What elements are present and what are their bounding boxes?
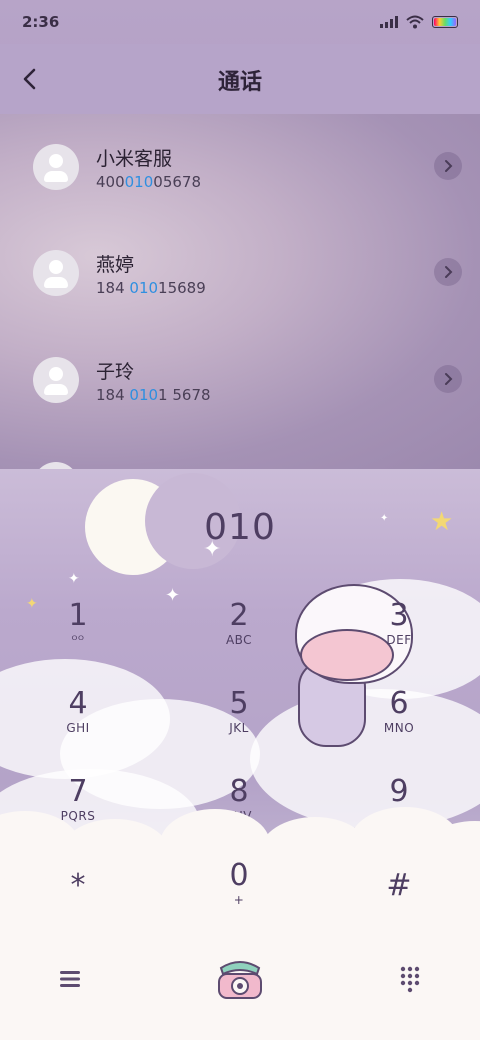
keypad-icon	[400, 966, 420, 993]
battery-icon	[432, 16, 458, 28]
contact-row[interactable]: 子玲 184 0101 5678	[0, 327, 480, 433]
contact-avatar-icon	[33, 250, 79, 296]
key-4[interactable]: 4 GHI	[28, 687, 128, 757]
contact-detail-button[interactable]	[434, 258, 462, 286]
contact-avatar-icon	[33, 357, 79, 403]
key-star[interactable]: *	[28, 869, 128, 939]
contact-detail-button[interactable]	[434, 152, 462, 180]
status-time: 2:36	[22, 13, 60, 31]
contact-name: 燕婷	[96, 254, 135, 276]
status-bar: 2:36	[0, 0, 480, 44]
wifi-icon	[406, 15, 424, 29]
chevron-right-icon	[445, 266, 453, 278]
dialed-number-display: 010	[204, 507, 276, 548]
contact-row[interactable]: 燕婷 184 01015689	[0, 220, 480, 326]
phone-call-icon	[218, 961, 262, 999]
number-match: 010	[129, 279, 159, 297]
number-match: 010	[129, 386, 159, 404]
status-icons	[380, 15, 458, 29]
contact-number: 184 01015689	[96, 279, 206, 297]
key-6[interactable]: 6 MNO	[349, 687, 449, 757]
header: 通话	[0, 44, 480, 114]
key-2[interactable]: 2 ABC	[189, 599, 289, 669]
key-1[interactable]: 1 ᴼᴼ	[28, 599, 128, 669]
chevron-right-icon	[445, 373, 453, 385]
contact-number: 40001005678	[96, 173, 201, 191]
contact-name: 小米客服	[96, 148, 173, 170]
contact-name: 子玲	[96, 361, 135, 383]
menu-icon	[60, 971, 80, 987]
key-0[interactable]: 0 +	[189, 859, 289, 929]
star-decoration: ✦	[165, 585, 181, 606]
search-results-list: 小米客服 40001005678 燕婷 184 01015689 子玲 184 …	[0, 114, 480, 469]
call-button[interactable]	[210, 949, 270, 1009]
keypad-toggle-button[interactable]	[380, 949, 440, 1009]
contact-detail-button[interactable]	[434, 365, 462, 393]
menu-button[interactable]	[40, 949, 100, 1009]
voicemail-icon: ᴼᴼ	[71, 633, 85, 647]
key-3[interactable]: 3 DEF	[349, 599, 449, 669]
signal-icon	[380, 16, 398, 28]
dialer-screen: 2:36 通话 小米客服 40001005678 燕婷 184 01015689…	[0, 0, 480, 1040]
contact-avatar-icon	[33, 462, 79, 469]
star-decoration: ✦	[68, 571, 80, 587]
key-hash[interactable]: #	[349, 869, 449, 939]
chevron-right-icon	[445, 160, 453, 172]
page-title: 通话	[217, 70, 262, 95]
contact-number: 184 0101 5678	[96, 386, 211, 404]
contact-avatar-icon	[33, 144, 79, 190]
battery-level-fill	[434, 18, 456, 26]
number-match: 010	[124, 173, 154, 191]
bottom-action-bar	[0, 944, 480, 1014]
key-5[interactable]: 5 JKL	[189, 687, 289, 757]
contact-row[interactable]: 小米客服 40001005678	[0, 114, 480, 220]
